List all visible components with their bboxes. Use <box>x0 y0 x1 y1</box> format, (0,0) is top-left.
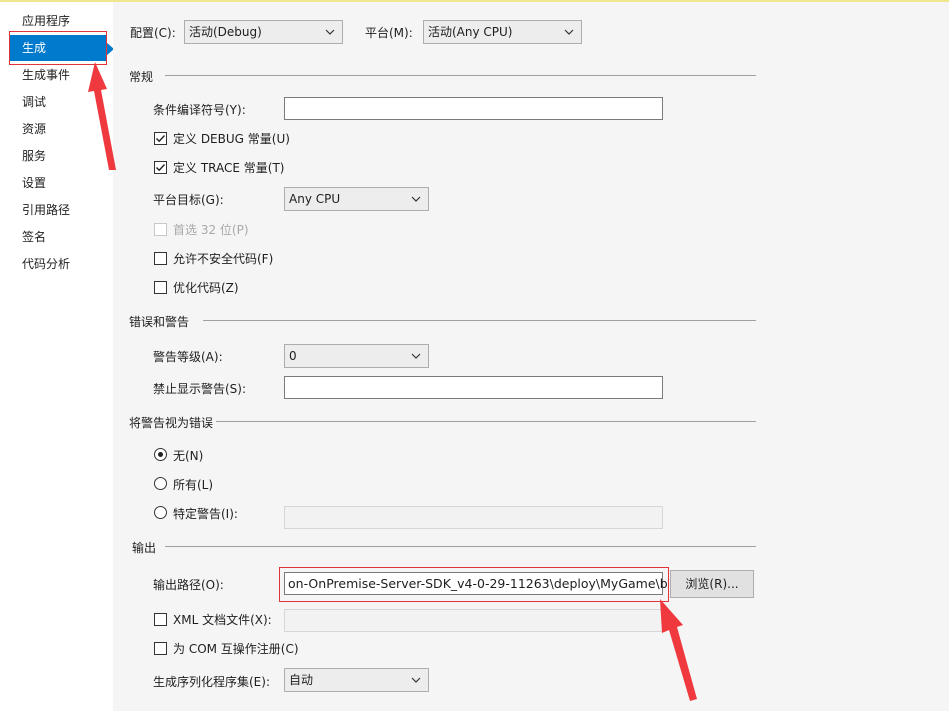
serialization-assembly-value: 自动 <box>289 673 314 687</box>
xml-doc-label: XML 文档文件(X): <box>173 613 272 627</box>
prefer-32bit-checkbox[interactable] <box>154 223 167 236</box>
section-divider <box>216 421 756 422</box>
optimize-code-checkbox[interactable] <box>154 281 167 294</box>
prefer-32bit-label: 首选 32 位(P) <box>173 223 249 237</box>
output-section-header: 输出 <box>129 539 756 555</box>
output-section-title: 输出 <box>132 541 157 555</box>
allow-unsafe-label: 允许不安全代码(F) <box>173 252 274 266</box>
treat-warnings-all-label: 所有(L) <box>173 478 214 492</box>
conditional-symbols-label: 条件编译符号(Y): <box>153 103 246 117</box>
treat-warnings-section-header: 将警告视为错误 <box>129 414 756 430</box>
config-dropdown[interactable]: 活动(Debug) <box>184 20 343 44</box>
platform-label: 平台(M): <box>365 26 413 40</box>
platform-dropdown[interactable]: 活动(Any CPU) <box>423 20 582 44</box>
treat-warnings-section-title: 将警告视为错误 <box>129 416 214 430</box>
errors-section-title: 错误和警告 <box>129 315 190 329</box>
xml-doc-checkbox[interactable] <box>154 613 167 626</box>
treat-warnings-specific-label: 特定警告(I): <box>173 507 238 521</box>
specific-warnings-input[interactable] <box>284 506 663 529</box>
section-divider <box>165 546 756 547</box>
sidebar-item-code-analysis[interactable]: 代码分析 <box>10 251 106 277</box>
errors-section-header: 错误和警告 <box>129 313 756 329</box>
xml-doc-path-input[interactable] <box>284 609 663 632</box>
warning-level-label: 警告等级(A): <box>153 350 223 364</box>
conditional-symbols-input[interactable] <box>284 97 663 120</box>
section-divider <box>203 320 756 321</box>
chevron-down-icon <box>411 196 421 202</box>
define-trace-label: 定义 TRACE 常量(T) <box>173 161 285 175</box>
platform-target-label: 平台目标(G): <box>153 193 224 207</box>
annotation-arrow-icon <box>88 62 116 170</box>
config-value: 活动(Debug) <box>189 25 262 39</box>
treat-warnings-all-radio[interactable] <box>154 477 167 490</box>
com-interop-label: 为 COM 互操作注册(C) <box>173 642 299 656</box>
com-interop-checkbox[interactable] <box>154 642 167 655</box>
annotation-arrow-icon <box>660 599 697 701</box>
general-section-title: 常规 <box>129 70 154 84</box>
chevron-down-icon <box>564 29 574 35</box>
config-label: 配置(C): <box>130 26 176 40</box>
sidebar-item-reference-paths[interactable]: 引用路径 <box>10 197 106 223</box>
build-settings-panel: 配置(C): 活动(Debug) 平台(M): 活动(Any CPU) 常规 条… <box>113 2 949 711</box>
sidebar-item-signing[interactable]: 签名 <box>10 224 106 250</box>
chevron-down-icon <box>411 353 421 359</box>
warning-level-dropdown[interactable]: 0 <box>284 344 429 368</box>
chevron-down-icon <box>325 29 335 35</box>
treat-warnings-none-radio[interactable] <box>154 448 167 461</box>
treat-warnings-none-label: 无(N) <box>173 449 204 463</box>
platform-target-dropdown[interactable]: Any CPU <box>284 187 429 211</box>
general-section-header: 常规 <box>129 68 756 84</box>
check-icon <box>156 164 166 172</box>
treat-warnings-specific-radio[interactable] <box>154 506 167 519</box>
output-path-highlight-box <box>279 567 669 602</box>
browse-button[interactable]: 浏览(R)... <box>670 570 754 598</box>
suppress-warnings-input[interactable] <box>284 376 663 399</box>
radio-selected-dot <box>158 452 163 457</box>
output-path-label: 输出路径(O): <box>153 578 224 592</box>
define-trace-checkbox[interactable] <box>154 161 167 174</box>
define-debug-label: 定义 DEBUG 常量(U) <box>173 132 290 146</box>
optimize-code-label: 优化代码(Z) <box>173 281 239 295</box>
suppress-warnings-label: 禁止显示警告(S): <box>153 382 247 396</box>
define-debug-checkbox[interactable] <box>154 132 167 145</box>
chevron-down-icon <box>411 677 421 683</box>
warning-level-value: 0 <box>289 349 297 363</box>
platform-target-value: Any CPU <box>289 192 341 206</box>
serialization-assembly-dropdown[interactable]: 自动 <box>284 668 429 692</box>
check-icon <box>156 135 166 143</box>
allow-unsafe-checkbox[interactable] <box>154 252 167 265</box>
section-divider <box>165 75 756 76</box>
serialization-assembly-label: 生成序列化程序集(E): <box>153 675 270 689</box>
platform-value: 活动(Any CPU) <box>428 25 513 39</box>
